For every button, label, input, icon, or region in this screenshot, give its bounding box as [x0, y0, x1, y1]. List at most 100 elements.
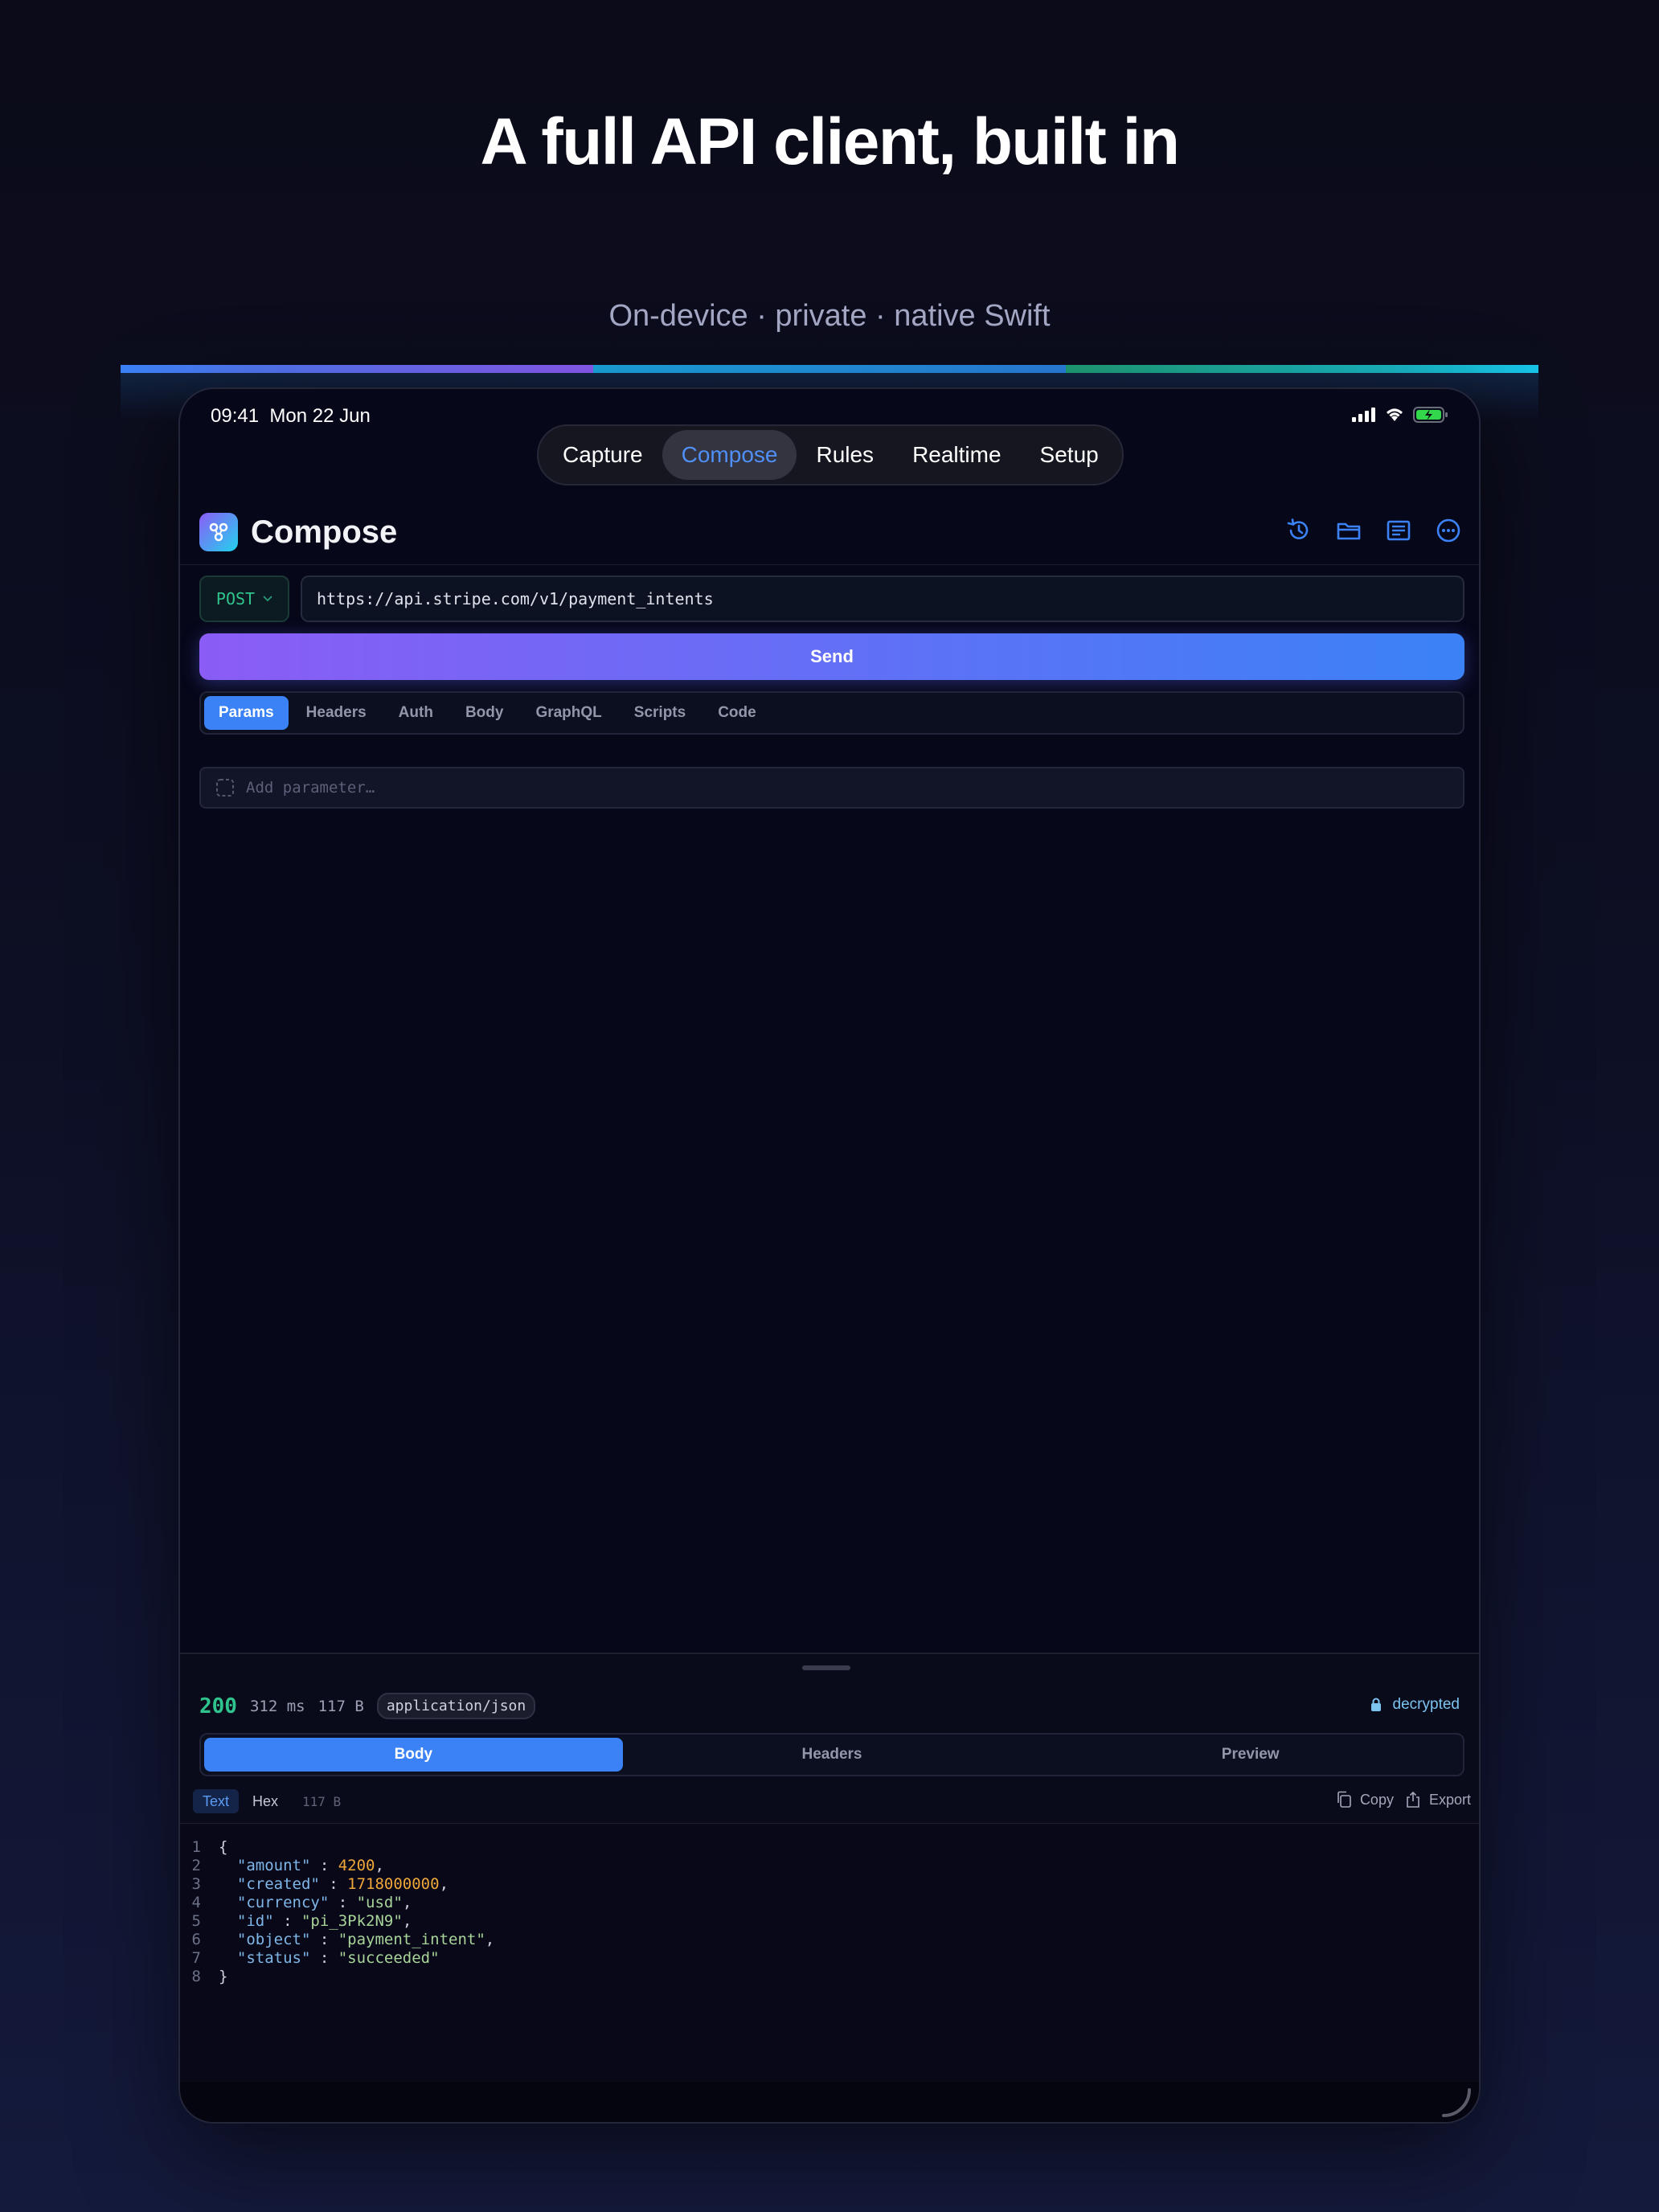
tab-scripts[interactable]: Scripts — [620, 696, 700, 730]
hero-subtitle: On-device · private · native Swift — [608, 299, 1051, 333]
json-colon: : — [329, 1894, 357, 1911]
response-size: 117 B — [317, 1697, 364, 1715]
line-number: 1 — [191, 1838, 201, 1856]
line-number: 6 — [191, 1931, 201, 1948]
mode-tab-rules[interactable]: Rules — [797, 430, 893, 480]
status-time-text: 09:41 — [211, 405, 260, 427]
json-colon: : — [273, 1912, 301, 1930]
line-number: 2 — [191, 1857, 201, 1874]
code-line: 6 "object" : "payment_intent", — [180, 1931, 1479, 1949]
json-value: "succeeded" — [338, 1949, 440, 1967]
mode-switcher: Capture Compose Rules Realtime Setup — [537, 424, 1124, 485]
line-number: 3 — [191, 1875, 201, 1893]
code-text: "currency" : "usd", — [219, 1894, 412, 1912]
wifi-icon — [1387, 408, 1403, 421]
history-icon[interactable] — [1284, 516, 1313, 545]
code-text: "created" : 1718000000, — [219, 1875, 449, 1894]
mode-tab-capture[interactable]: Capture — [543, 430, 662, 480]
json-value: "usd" — [356, 1894, 403, 1911]
tab-params[interactable]: Params — [204, 696, 289, 730]
decrypted-badge: decrypted — [1370, 1696, 1460, 1714]
status-time: 09:41 Mon 22 Jun — [211, 405, 371, 428]
code-text: "id" : "pi_3Pk2N9", — [219, 1912, 412, 1931]
export-button[interactable]: Export — [1405, 1791, 1471, 1809]
tab-graphql[interactable]: GraphQL — [521, 696, 616, 730]
status-date-text: Mon 22 Jun — [269, 405, 371, 427]
json-comma: , — [439, 1875, 449, 1893]
json-value: "pi_3Pk2N9" — [301, 1912, 403, 1930]
tab-response-preview[interactable]: Preview — [1041, 1738, 1460, 1772]
json-value: 1718000000 — [347, 1875, 440, 1893]
json-value: 4200 — [338, 1857, 375, 1874]
collection-icon[interactable] — [1384, 516, 1413, 545]
url-input[interactable]: https://api.stripe.com/v1/payment_intent… — [301, 576, 1464, 622]
json-colon: : — [310, 1949, 338, 1967]
method-dropdown[interactable]: POST — [199, 576, 289, 622]
view-mode-row: Text Hex 117 B Copy Export — [193, 1786, 1471, 1818]
copy-label: Copy — [1359, 1791, 1394, 1808]
code-text: { — [219, 1838, 228, 1856]
view-actions: Copy Export — [1336, 1791, 1471, 1809]
json-colon: : — [310, 1857, 338, 1874]
folder-icon[interactable] — [1334, 516, 1363, 545]
accent-segment-3 — [1066, 365, 1538, 373]
code-line: 4 "currency" : "usd", — [180, 1894, 1479, 1912]
battery-charging-icon — [1413, 407, 1448, 423]
line-number: 4 — [191, 1894, 201, 1911]
copy-button[interactable]: Copy — [1336, 1791, 1394, 1809]
app-icon — [199, 513, 238, 551]
code-line: 3 "created" : 1718000000, — [180, 1875, 1479, 1894]
tab-response-body[interactable]: Body — [204, 1738, 623, 1772]
tab-auth[interactable]: Auth — [384, 696, 448, 730]
view-hex-button[interactable]: Hex — [243, 1789, 288, 1813]
dashed-square-icon — [216, 779, 234, 797]
copy-icon — [1337, 1791, 1351, 1808]
status-code: 200 — [199, 1694, 237, 1718]
json-comma: , — [485, 1931, 495, 1948]
response-body-code: 1{2 "amount" : 4200, 3 "created" : 171800… — [180, 1823, 1479, 2088]
export-icon — [1407, 1791, 1419, 1808]
mode-tab-compose[interactable]: Compose — [662, 430, 797, 480]
tab-body[interactable]: Body — [451, 696, 518, 730]
signal-icon — [1352, 408, 1375, 422]
tab-code[interactable]: Code — [703, 696, 771, 730]
device-bottom-strip — [180, 2082, 1479, 2122]
export-label: Export — [1428, 1791, 1471, 1808]
code-line: 8} — [180, 1968, 1479, 1986]
view-text-button[interactable]: Text — [193, 1789, 240, 1813]
compose-header: Compose — [199, 511, 1463, 556]
json-key: "object" — [236, 1931, 311, 1948]
hero-title: A full API client, built in — [480, 105, 1180, 178]
json-value: "payment_intent" — [338, 1931, 485, 1948]
add-parameter-placeholder: Add parameter… — [246, 779, 375, 797]
json-key: "status" — [236, 1949, 311, 1967]
code-line: 2 "amount" : 4200, — [180, 1857, 1479, 1875]
tab-response-headers[interactable]: Headers — [623, 1738, 1042, 1772]
header-divider — [180, 564, 1479, 565]
more-icon[interactable] — [1434, 516, 1463, 545]
tab-headers[interactable]: Headers — [292, 696, 381, 730]
code-line: 5 "id" : "pi_3Pk2N9", — [180, 1912, 1479, 1931]
code-line: 7 "status" : "succeeded" — [180, 1949, 1479, 1968]
mode-tab-realtime[interactable]: Realtime — [893, 430, 1020, 480]
json-key: "amount" — [236, 1857, 311, 1874]
lock-icon — [1370, 1698, 1381, 1711]
mode-tab-setup[interactable]: Setup — [1021, 430, 1118, 480]
corner-resize-icon — [1442, 2088, 1471, 2117]
line-number: 5 — [191, 1912, 201, 1930]
send-button[interactable]: Send — [199, 633, 1464, 680]
json-colon: : — [310, 1931, 338, 1948]
page-title: Compose — [251, 514, 398, 550]
line-number: 8 — [191, 1968, 201, 1985]
request-tabs: Params Headers Auth Body GraphQL Scripts… — [199, 691, 1464, 735]
code-line: 1{ — [180, 1838, 1479, 1857]
code-text: } — [219, 1968, 228, 1985]
response-meta: 200 312 ms 117 B application/json — [199, 1693, 536, 1719]
resize-handle[interactable] — [802, 1665, 850, 1670]
json-comma: , — [375, 1857, 384, 1874]
header-actions — [1284, 516, 1463, 545]
add-parameter-row[interactable]: Add parameter… — [199, 767, 1464, 809]
json-key: "id" — [236, 1912, 274, 1930]
json-key: "created" — [236, 1875, 320, 1893]
code-text: "status" : "succeeded" — [219, 1949, 440, 1968]
